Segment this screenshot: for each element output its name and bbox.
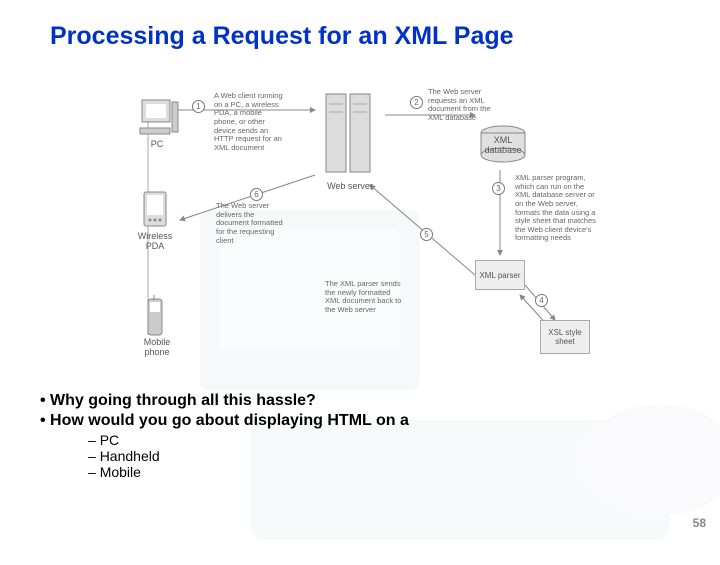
caption-3: XML parser program, which can run on the… — [515, 174, 597, 243]
page-number: 58 — [693, 516, 706, 530]
sub-pc: PC — [88, 432, 409, 448]
caption-1: A Web client running on a PC, a wireless… — [214, 92, 286, 152]
xml-flow-diagram: PC Wireless PDA Mobile phone Web server … — [120, 70, 600, 370]
xsl-box: XSL style sheet — [540, 320, 590, 354]
caption-5: The XML parser sends the newly formatted… — [325, 280, 403, 315]
slide-title: Processing a Request for an XML Page — [50, 22, 514, 51]
sub-mobile: Mobile — [88, 464, 409, 480]
webserver-icon — [320, 90, 380, 185]
caption-2: The Web server requests an XML document … — [428, 88, 498, 123]
step-2: 2 — [410, 96, 423, 109]
step-3: 3 — [492, 182, 505, 195]
sub-handheld: Handheld — [88, 448, 409, 464]
bullet-q1: Why going through all this hassle? — [40, 392, 409, 410]
caption-6: The Web server delivers the document for… — [216, 202, 286, 245]
step-4: 4 — [535, 294, 548, 307]
webserver-label: Web server — [325, 182, 375, 192]
xmldb-label: XML database — [480, 136, 526, 156]
pda-icon — [140, 190, 170, 235]
pda-label: Wireless PDA — [130, 232, 180, 252]
xmlparser-box: XML parser — [475, 260, 525, 290]
step-1: 1 — [192, 100, 205, 113]
phone-icon — [146, 295, 166, 342]
bullet-list: Why going through all this hassle? How w… — [40, 392, 409, 480]
step-6: 6 — [250, 188, 263, 201]
phone-label: Mobile phone — [132, 338, 182, 358]
pc-label: PC — [142, 140, 172, 150]
pc-icon — [138, 98, 180, 143]
step-5: 5 — [420, 228, 433, 241]
bullet-q2: How would you go about displaying HTML o… — [40, 412, 409, 430]
